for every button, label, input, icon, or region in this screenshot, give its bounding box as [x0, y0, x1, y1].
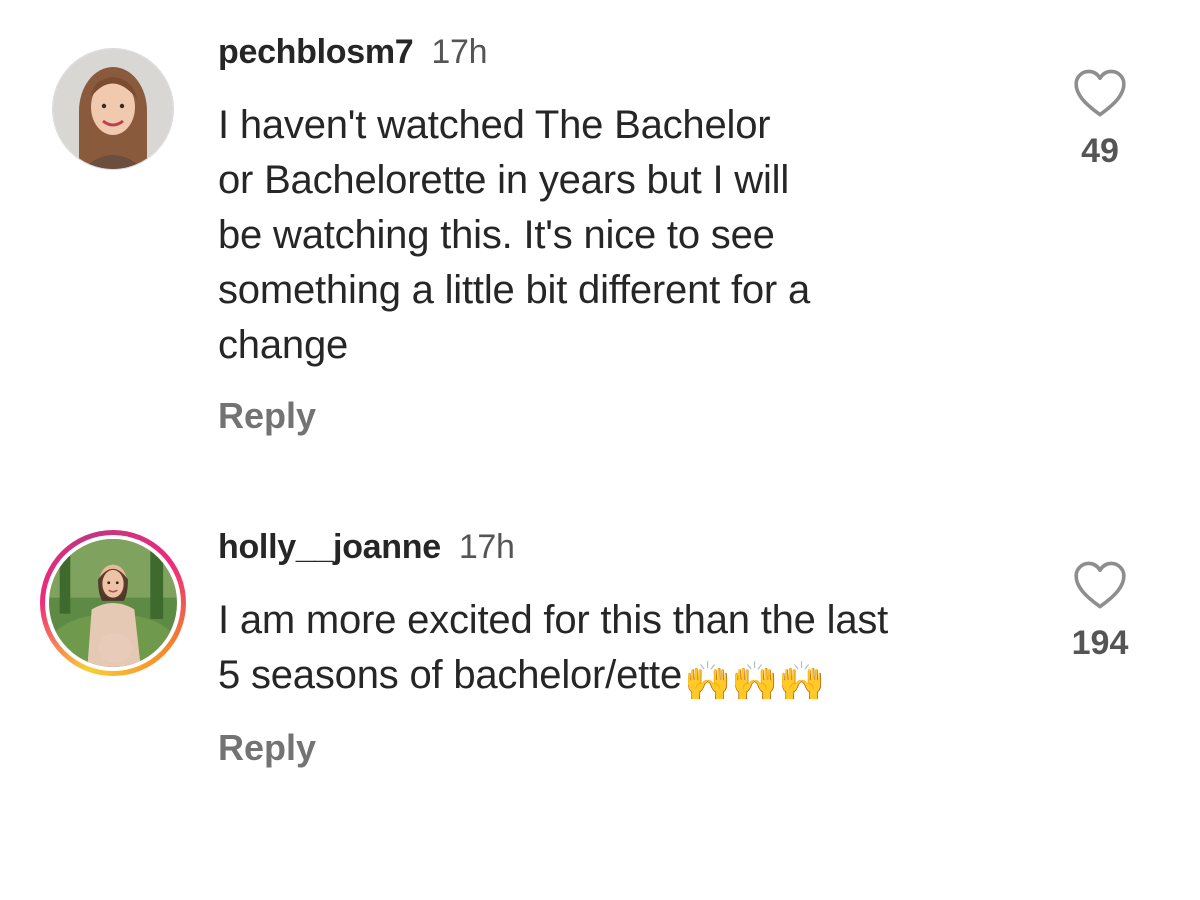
avatar-photo — [53, 49, 173, 169]
avatar[interactable] — [52, 48, 174, 170]
reply-button[interactable]: Reply — [218, 727, 316, 769]
like-count: 49 — [1081, 132, 1119, 170]
like-control: 49 — [1040, 68, 1160, 171]
username-link[interactable]: pechblosm7 — [218, 33, 414, 71]
reply-button[interactable]: Reply — [218, 395, 316, 437]
avatar-photo — [45, 535, 181, 671]
like-count: 194 — [1071, 624, 1129, 662]
comment-text: I haven't watched The Bachelor or Bachel… — [218, 103, 810, 367]
comment-header: pechblosm7 17h — [218, 33, 488, 72]
avatar[interactable] — [40, 530, 186, 676]
comment-timestamp: 17h — [458, 528, 515, 566]
raising-hands-emoji: 🙌🙌🙌 — [684, 659, 826, 703]
like-control: 194 — [1040, 560, 1160, 663]
heart-outline-icon[interactable] — [1072, 68, 1128, 118]
comment-item: pechblosm7 17h I haven't watched The Bach… — [0, 0, 1200, 470]
heart-outline-icon[interactable] — [1072, 560, 1128, 610]
comment-text: I am more excited for this than the last… — [218, 593, 1038, 709]
avatar-image — [53, 49, 173, 169]
avatar-image — [49, 539, 177, 667]
comment-item: holly__joanne 17h I am more excited for t… — [0, 470, 1200, 900]
comment-timestamp: 17h — [431, 33, 488, 71]
comment-header: holly__joanne 17h — [218, 528, 515, 567]
username-link[interactable]: holly__joanne — [218, 528, 441, 566]
